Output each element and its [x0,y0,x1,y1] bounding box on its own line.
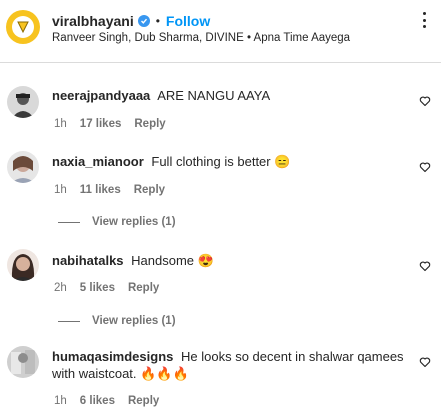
post-header: viralbhayani • Follow Ranveer Singh, Dub… [0,0,441,63]
view-replies-label: View replies (1) [92,315,176,327]
emoji: 😍 [197,253,214,268]
heart-icon[interactable] [419,355,431,368]
separator-dot: • [155,14,160,28]
follow-button[interactable]: Follow [166,13,210,29]
comment-likes[interactable]: 17 likes [80,118,122,130]
comment-text: neerajpandyaaa ARE NANGU AAYA [52,87,407,104]
brand-logo-icon [12,16,34,38]
view-replies-button[interactable]: View replies (1) [58,315,176,327]
profile-avatar[interactable] [6,10,40,44]
comment-body: Full clothing is better [151,154,271,169]
avatar[interactable] [7,346,39,378]
comment-body: ARE NANGU AAYA [157,88,271,103]
audio-subtitle[interactable]: Ranveer Singh, Dub Sharma, DIVINE • Apna… [52,32,350,44]
comment-username[interactable]: naxia_mianoor [52,154,144,169]
comment-time: 2h [54,282,67,294]
comment-likes[interactable]: 5 likes [80,282,115,294]
emoji: 😑 [274,154,291,169]
reply-button[interactable]: Reply [134,118,165,130]
reply-button[interactable]: Reply [134,184,165,196]
heart-icon[interactable] [419,259,431,272]
avatar[interactable] [7,151,39,183]
comment-text: humaqasimdesigns He looks so decent in s… [52,348,407,382]
avatar[interactable] [7,86,39,118]
more-options-icon[interactable] [423,12,427,28]
comment-likes[interactable]: 11 likes [80,184,121,196]
comment-item: humaqasimdesigns He looks so decent in s… [0,346,441,407]
comment-time: 1h [54,118,67,130]
comment-meta: 1h 11 likes Reply [54,184,165,196]
comment-meta: 2h 5 likes Reply [54,282,159,294]
reply-button[interactable]: Reply [128,282,159,294]
divider-line [58,320,80,322]
heart-icon[interactable] [419,94,431,107]
comment-likes[interactable]: 6 likes [80,395,115,407]
comment-time: 1h [54,395,67,407]
header-username[interactable]: viralbhayani [52,13,134,29]
comment-username[interactable]: neerajpandyaaa [52,88,150,103]
verified-badge-icon [137,15,150,27]
comment-item: neerajpandyaaa ARE NANGU AAYA 1h 17 like… [0,84,441,134]
divider-line [58,221,80,223]
comment-item: nabihatalks Handsome 😍 2h 5 likes Reply … [0,249,441,329]
comment-item: naxia_mianoor Full clothing is better 😑 … [0,151,441,231]
view-replies-button[interactable]: View replies (1) [58,216,176,228]
header-title-row: viralbhayani • Follow [52,12,210,30]
comment-meta: 1h 6 likes Reply [54,395,159,407]
comment-text: nabihatalks Handsome 😍 [52,252,407,269]
comment-username[interactable]: humaqasimdesigns [52,349,173,364]
comment-username[interactable]: nabihatalks [52,253,124,268]
view-replies-label: View replies (1) [92,216,176,228]
emoji: 🔥🔥🔥 [140,366,189,381]
comment-text: naxia_mianoor Full clothing is better 😑 [52,153,407,170]
comment-body: Handsome [131,253,195,268]
reply-button[interactable]: Reply [128,395,159,407]
avatar[interactable] [7,249,39,281]
heart-icon[interactable] [419,160,431,173]
comment-time: 1h [54,184,67,196]
comment-meta: 1h 17 likes Reply [54,118,166,130]
